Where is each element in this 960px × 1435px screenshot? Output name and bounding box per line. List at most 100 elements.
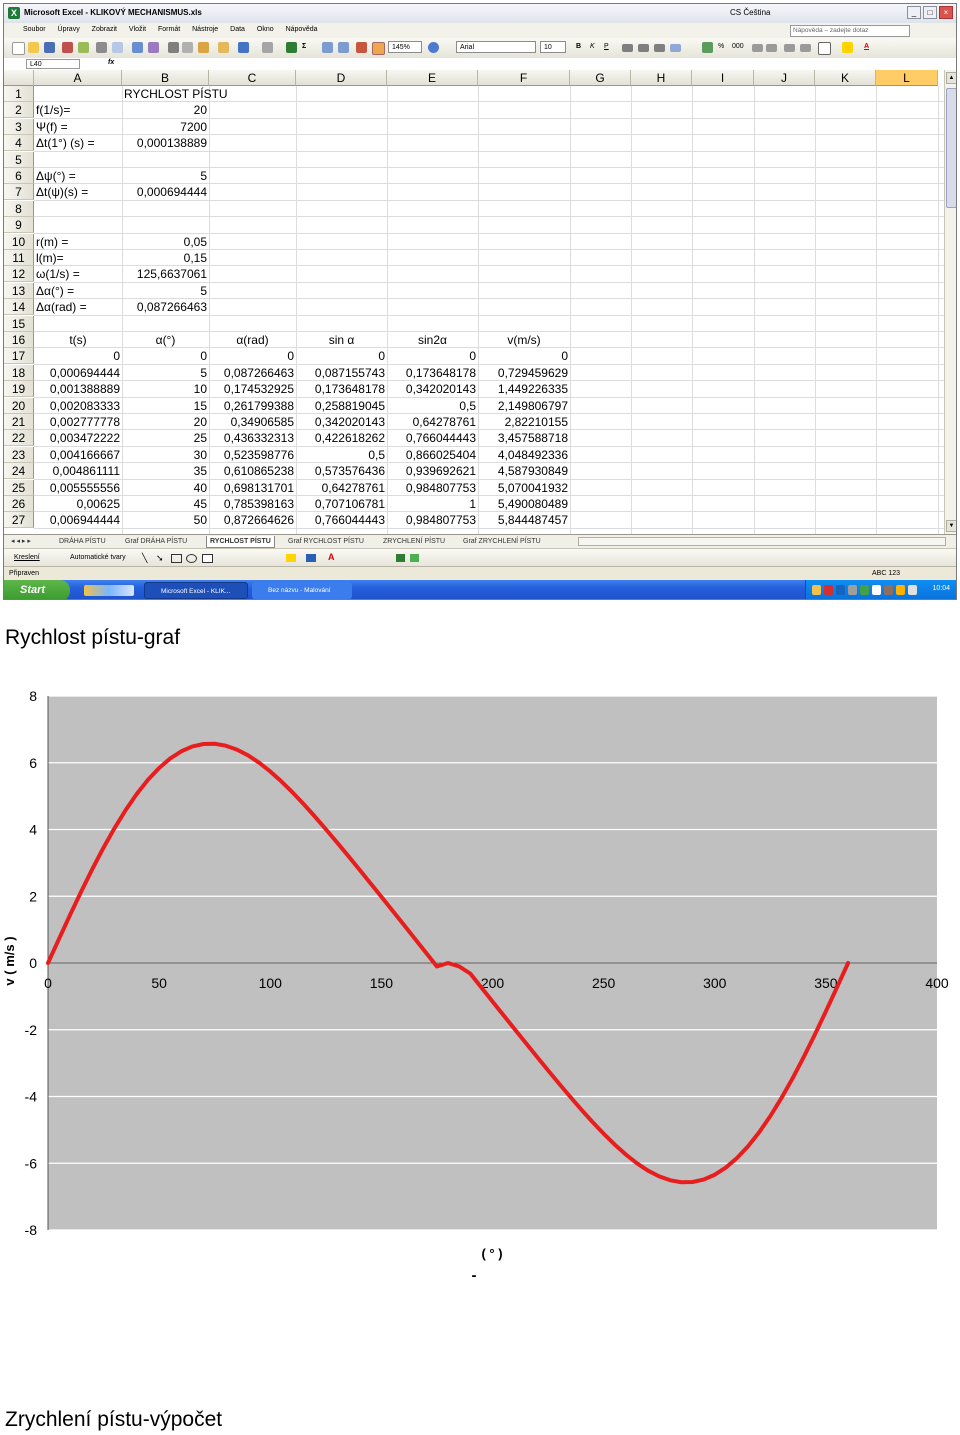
help-search-input[interactable]: Nápověda – zadejte dotaz [790,25,910,37]
row-header[interactable]: 5 [4,151,34,168]
paste-icon[interactable] [198,42,209,53]
row-header[interactable]: 11 [4,250,34,266]
tab-graf-rychlost-pistu[interactable]: Graf RYCHLOST PÍSTU [285,536,367,547]
cell-e27[interactable]: 0,984807753 [387,512,478,528]
close-button[interactable]: × [939,6,953,19]
row-header[interactable]: 26 [4,496,34,512]
cell-d17[interactable]: 0 [296,348,387,364]
row-header[interactable]: 1 [4,86,34,102]
tray-icon-5[interactable] [860,585,869,595]
cell-f23[interactable]: 4,048492336 [478,447,570,463]
line-icon[interactable]: ╲ [142,553,147,564]
cell-a26[interactable]: 0,00625 [34,496,122,512]
cell-a13[interactable]: Δα(°) = [34,283,122,299]
cell-c24[interactable]: 0,610865238 [209,463,296,479]
cell-b24[interactable]: 35 [122,463,209,479]
percent-icon[interactable]: % [718,43,724,50]
cell-e26[interactable]: 1 [387,496,478,512]
cell-b17[interactable]: 0 [122,348,209,364]
row-header[interactable]: 12 [4,266,34,283]
font-select[interactable]: Arial [456,41,536,53]
cell-b2[interactable]: 20 [122,102,209,118]
tab-graf-draha-pistu[interactable]: Graf DRÁHA PÍSTU [122,536,190,547]
row-header[interactable]: 10 [4,233,34,250]
menu-edit[interactable]: Úpravy [53,23,85,33]
cell-f26[interactable]: 5,490080489 [478,496,570,512]
3d-icon[interactable] [410,554,419,562]
spelling-icon[interactable] [132,42,143,53]
cell-f17[interactable]: 0 [478,348,570,364]
cell-a7[interactable]: Δt(ψ)(s) = [34,184,122,200]
cell-c16[interactable]: α(rad) [209,332,296,348]
menu-view[interactable]: Zobrazit [87,23,122,33]
cell-b21[interactable]: 20 [122,414,209,430]
column-header-k[interactable]: K [815,70,876,86]
row-header[interactable]: 9 [4,217,34,234]
cell-f20[interactable]: 2,149806797 [478,398,570,414]
menu-format[interactable]: Formát [153,23,185,33]
cell-d25[interactable]: 0,64278761 [296,480,387,496]
cell-b11[interactable]: 0,15 [122,250,209,266]
cut-icon[interactable] [168,42,179,53]
row-header[interactable]: 7 [4,184,34,201]
cell-e18[interactable]: 0,173648178 [387,365,478,381]
bold-button[interactable]: B [576,43,581,50]
cell-a18[interactable]: 0,000694444 [34,365,122,381]
menu-help[interactable]: Nápověda [281,23,323,33]
column-header-j[interactable]: J [754,70,815,86]
cell-b27[interactable]: 50 [122,512,209,528]
cell-b3[interactable]: 7200 [122,119,209,135]
shadow-icon[interactable] [396,554,405,562]
cell-e17[interactable]: 0 [387,348,478,364]
hyperlink-icon[interactable] [286,42,297,53]
row-header[interactable]: 15 [4,315,34,332]
cell-b18[interactable]: 5 [122,365,209,381]
row-header[interactable]: 22 [4,430,34,447]
help-icon[interactable] [428,42,439,53]
decrease-indent-icon[interactable] [784,44,795,52]
language-indicator[interactable]: CS Čeština [730,8,770,17]
cell-b12[interactable]: 125,6637061 [122,266,209,282]
select-all-corner[interactable] [4,70,34,86]
cell-f22[interactable]: 3,457588718 [478,430,570,446]
column-header-i[interactable]: I [692,70,754,86]
scroll-down-icon[interactable]: ▼ [946,520,956,532]
drawing-icon[interactable] [372,42,385,55]
font-size-select[interactable]: 10 [540,41,566,53]
research-icon[interactable] [148,42,159,53]
tab-graf-zrychleni-pistu[interactable]: Graf ZRYCHLENÍ PÍSTU [460,536,544,547]
cell-d22[interactable]: 0,422618262 [296,430,387,446]
cell-c25[interactable]: 0,698131701 [209,480,296,496]
tab-rychlost-pistu[interactable]: RYCHLOST PÍSTU [206,536,275,548]
textbox-icon[interactable] [202,554,213,563]
print-icon[interactable] [96,42,107,53]
new-icon[interactable] [12,42,25,55]
cell-d24[interactable]: 0,573576436 [296,463,387,479]
undo-icon[interactable] [238,42,249,53]
permission-icon[interactable] [62,42,73,53]
cell-a24[interactable]: 0,004861111 [34,463,122,479]
tray-icon-2[interactable] [824,585,833,595]
column-header-b[interactable]: B [122,70,209,86]
cell-e23[interactable]: 0,866025404 [387,447,478,463]
fx-icon[interactable]: fx [108,59,114,66]
column-header-l[interactable]: L [876,70,938,86]
cell-f21[interactable]: 2,82210155 [478,414,570,430]
maximize-button[interactable]: □ [923,6,937,19]
cell-b16[interactable]: α(°) [122,332,209,348]
cell-a16[interactable]: t(s) [34,332,122,348]
tab-draha-pistu[interactable]: DRÁHA PÍSTU [56,536,109,547]
tray-icon-7[interactable] [884,585,893,595]
autoshapes-menu[interactable]: Automatické tvary [70,554,126,561]
column-header-h[interactable]: H [631,70,692,86]
font-color-icon[interactable]: A [864,43,869,50]
row-header[interactable]: 6 [4,168,34,184]
font-color-draw-icon[interactable]: A [328,552,335,562]
menu-data[interactable]: Data [225,23,250,33]
tab-zrychleni-pistu[interactable]: ZRYCHLENÍ PÍSTU [380,536,448,547]
row-header[interactable]: 25 [4,479,34,496]
menu-tools[interactable]: Nástroje [187,23,223,33]
cell-b13[interactable]: 5 [122,283,209,299]
row-header[interactable]: 14 [4,299,34,316]
cell-c22[interactable]: 0,436332313 [209,430,296,446]
